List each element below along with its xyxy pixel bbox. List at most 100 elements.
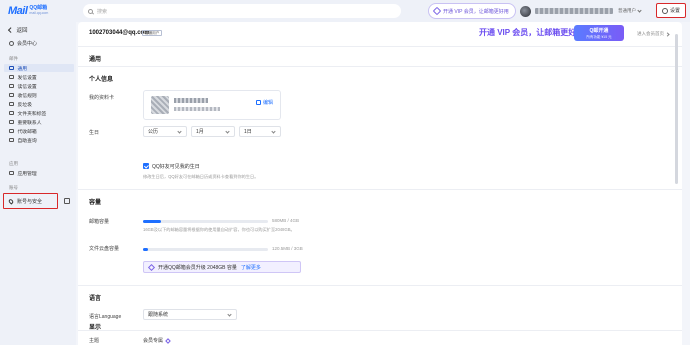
personal-info-title: 个人信息 <box>89 77 114 83</box>
arrow-left-icon <box>8 27 14 33</box>
cloud-storage-bar <box>143 248 268 251</box>
birthday-hint: 修改生日后，QQ好友可在邮箱日历或资料卡查看到你的生日。 <box>143 174 259 179</box>
upgrade-storage-banner[interactable]: 开通QQ邮箱会员升级 2048GB 容量 了解更多 <box>143 261 301 273</box>
sidebar-item-selfquery[interactable]: 自助查询 <box>4 136 74 144</box>
external-link-icon[interactable] <box>64 198 70 204</box>
qq-open-sub: 所有功能 ¥15 元 <box>586 35 612 39</box>
account-header: 1002703044@qq.com 普通用户 开通 VIP 会员，让邮箱更好用 … <box>78 22 682 46</box>
divider <box>78 330 682 331</box>
upgrade-text: 开通QQ邮箱会员升级 2048GB 容量 <box>158 264 237 271</box>
member-center-link[interactable]: 会员中心 <box>9 40 37 47</box>
user-menu[interactable]: 普通用户 <box>520 4 642 18</box>
birthday-label: 生日 <box>89 130 100 136</box>
chevron-down-icon <box>227 312 232 317</box>
section-account: 账号 <box>9 185 18 190</box>
theme-label: 主题 <box>89 338 100 344</box>
qq-open-title: Q邮开通 <box>589 28 609 34</box>
edit-profile-button[interactable]: 编辑 <box>256 99 273 106</box>
search-input[interactable]: 搜索 <box>83 4 401 18</box>
scrollbar[interactable] <box>675 34 678 184</box>
avatar <box>520 5 531 17</box>
calendar-type-select[interactable]: 公历 <box>143 126 187 137</box>
location-icon <box>7 197 15 205</box>
birth-day-select[interactable]: 1日 <box>239 126 281 137</box>
vip-promo-label: 开通 VIP 会员，让邮箱更好用 <box>443 8 509 15</box>
cloud-storage-fill <box>143 248 148 251</box>
gear-icon <box>661 7 668 14</box>
diamond-icon <box>147 263 156 271</box>
profile-card: 编辑 <box>143 90 281 120</box>
vip-promo-button[interactable]: 开通 VIP 会员，让邮箱更好用 <box>428 3 516 19</box>
birthday-visible-label: QQ好友可见我的生日 <box>152 164 200 170</box>
sidebar-item-contacts[interactable]: 重要联系人 <box>4 118 74 126</box>
profile-card-label: 我的资料卡 <box>89 95 115 101</box>
vip-title: 开通 VIP 会员，让邮箱更好用 <box>479 28 585 37</box>
learn-more-link[interactable]: 了解更多 <box>241 264 261 271</box>
send-icon <box>9 74 14 80</box>
profile-name-blurred <box>174 98 208 103</box>
chevron-right-icon <box>665 31 670 37</box>
back-label: 返回 <box>16 28 28 34</box>
user-tag: 普通用户 <box>618 8 636 13</box>
sidebar: 返回 会员中心 邮件 通用 发信设置 读信设置 收信规则 反垃圾 文件夹和标签 … <box>0 22 76 345</box>
sidebar-item-read[interactable]: 读信设置 <box>4 82 74 90</box>
storage-title: 容量 <box>89 200 102 206</box>
member-center-label: 会员中心 <box>17 41 38 47</box>
birthday-visible-checkbox[interactable] <box>143 163 149 169</box>
sidebar-item-apps[interactable]: 应用管理 <box>4 169 74 177</box>
search-placeholder: 搜索 <box>97 8 108 15</box>
settings-label: 设置 <box>669 8 680 14</box>
read-icon <box>9 83 14 89</box>
account-security-label: 账号与安全 <box>17 198 43 205</box>
qq-open-button[interactable]: Q邮开通 所有功能 ¥15 元 <box>574 25 624 41</box>
sidebar-item-folders[interactable]: 文件夹和标签 <box>4 109 74 117</box>
mail-storage-hint: 16GB及以下的邮箱容量将根据你的使用量自动扩容，你也可以购买扩至2048GB。 <box>143 227 295 232</box>
rules-icon <box>9 92 14 98</box>
member-icon <box>9 41 14 46</box>
edit-icon <box>256 100 261 105</box>
sidebar-item-account-security[interactable]: 账号与安全 <box>3 193 58 209</box>
diamond-icon <box>432 6 442 16</box>
settings-button[interactable]: 设置 <box>656 3 686 18</box>
member-home-link[interactable]: 进入会员首页 <box>637 31 670 37</box>
mail-storage-value: 580MB / 4GB <box>272 218 300 223</box>
profile-detail-blurred <box>174 107 220 111</box>
mail-storage-label: 邮箱容量 <box>89 219 110 225</box>
settings-panel: 1002703044@qq.com 普通用户 开通 VIP 会员，让邮箱更好用 … <box>78 22 682 345</box>
chevron-down-icon <box>637 7 642 13</box>
cloud-storage-value: 120.5MB / 3GB <box>272 246 303 251</box>
user-badge: 普通用户 <box>142 30 163 36</box>
section-general-title: 通用 <box>89 57 102 63</box>
logo-mail: Mail <box>8 5 28 17</box>
birth-month-select[interactable]: 1月 <box>191 126 235 137</box>
sidebar-item-general[interactable]: 通用 <box>4 64 74 72</box>
language-select[interactable]: 跟随系统 <box>143 309 237 320</box>
display-title: 显示 <box>89 325 102 331</box>
theme-value[interactable]: 会员专属 <box>143 337 171 344</box>
chevron-down-icon <box>225 129 230 134</box>
sidebar-item-pop[interactable]: 代收邮箱 <box>4 127 74 135</box>
language-label: 语言Language <box>89 314 122 320</box>
top-bar: Mail QQ邮箱 mail.qq.com 搜索 开通 VIP 会员，让邮箱更好… <box>0 0 690 22</box>
search-icon <box>88 8 93 14</box>
general-icon <box>9 65 14 71</box>
section-mail: 邮件 <box>9 56 18 61</box>
mail-storage-bar <box>143 220 268 223</box>
logo-domain: mail.qq.com <box>29 11 49 15</box>
query-icon <box>9 137 14 143</box>
chevron-down-icon <box>177 129 182 134</box>
mail-storage-fill <box>143 220 161 223</box>
section-apps: 应用 <box>9 161 18 166</box>
logo[interactable]: Mail QQ邮箱 mail.qq.com <box>8 4 48 18</box>
account-email: 1002703044@qq.com <box>89 30 150 36</box>
user-name-blurred <box>535 8 613 14</box>
chevron-down-icon <box>271 129 276 134</box>
sidebar-item-antispam[interactable]: 反垃圾 <box>4 100 74 108</box>
profile-avatar <box>151 96 169 114</box>
cloud-storage-label: 文件云盘容量 <box>89 246 120 252</box>
diamond-icon <box>165 337 171 344</box>
back-button[interactable]: 返回 <box>8 26 28 34</box>
sidebar-item-send[interactable]: 发信设置 <box>4 73 74 81</box>
sidebar-item-rules[interactable]: 收信规则 <box>4 91 74 99</box>
divider <box>78 66 682 67</box>
